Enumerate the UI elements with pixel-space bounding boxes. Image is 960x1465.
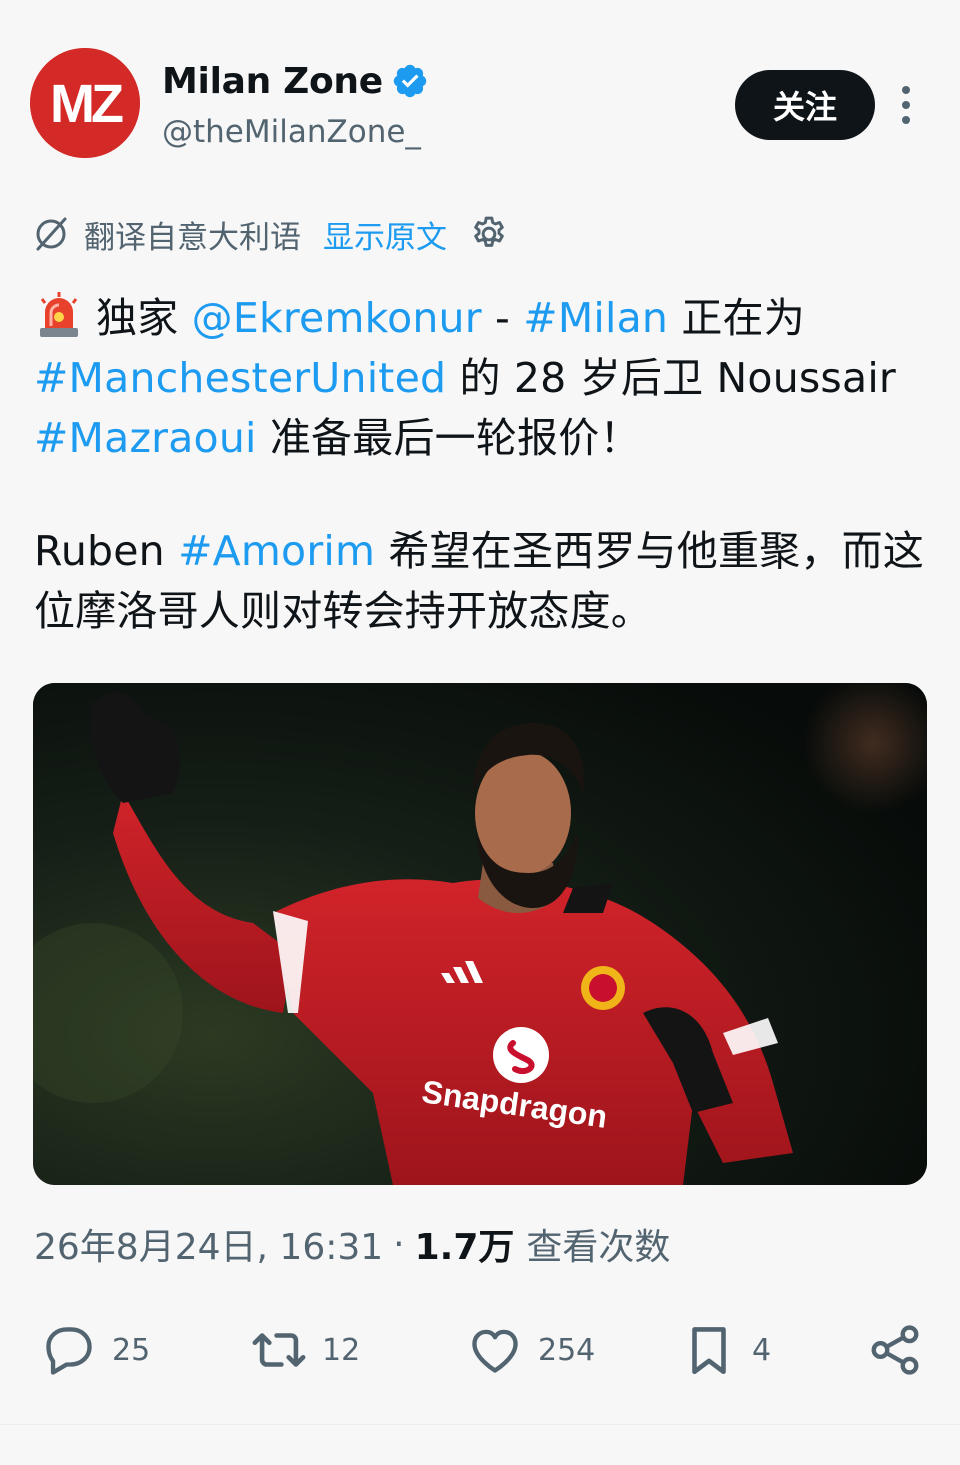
action-bar: 25 12 254 4 — [0, 1310, 960, 1390]
tweet-paragraph-2: Ruben #Amorim 希望在圣西罗与他重聚，而这位摩洛哥人则对转会持开放态… — [34, 521, 934, 641]
mention-link[interactable]: @Ekremkonur — [192, 294, 482, 342]
show-original-link[interactable]: 显示原文 — [323, 212, 447, 257]
follow-button[interactable]: 关注 — [735, 70, 875, 140]
share-button[interactable] — [866, 1310, 924, 1390]
author-handle[interactable]: @theMilanZone_ — [162, 114, 421, 150]
bottom-divider — [0, 1424, 960, 1465]
retweet-button[interactable]: 12 — [250, 1310, 360, 1390]
views-label: 查看次数 — [526, 1227, 671, 1268]
reply-button[interactable]: 25 — [40, 1310, 150, 1390]
author-name-row: Milan Zone — [162, 58, 429, 104]
tweet-text-segment: 独家 — [96, 294, 192, 342]
bookmark-button[interactable]: 4 — [680, 1310, 771, 1390]
police-light-icon — [40, 292, 78, 337]
tweet-text: 独家 @Ekremkonur - #Milan 正在为 #ManchesterU… — [34, 288, 934, 641]
avatar[interactable]: MZ — [30, 48, 140, 158]
tweet-text-segment: 正在为 — [668, 294, 805, 342]
views-count: 1.7万 — [414, 1227, 515, 1268]
retweet-count: 12 — [322, 1332, 361, 1368]
like-button[interactable]: 254 — [466, 1310, 595, 1390]
tweet-text-segment: 准备最后一轮报价！ — [256, 414, 641, 462]
heart-icon — [472, 1329, 518, 1373]
gear-icon[interactable] — [469, 214, 509, 254]
verified-badge-icon — [393, 64, 427, 98]
reply-count: 25 — [112, 1332, 151, 1368]
tweet-text-segment: - — [481, 294, 524, 342]
more-options-icon[interactable] — [890, 82, 922, 128]
tweet-header: MZ Milan Zone @theMilanZone_ 关注 — [0, 0, 960, 190]
like-count: 254 — [538, 1332, 596, 1368]
tweet-media-photo[interactable]: Snapdragon — [33, 683, 927, 1185]
hashtag-link[interactable]: #Milan — [523, 294, 668, 342]
retweet-icon — [252, 1333, 306, 1367]
hashtag-link[interactable]: #Mazraoui — [34, 414, 257, 462]
tweet-text-segment: 的 28 岁后卫 Noussair — [446, 354, 896, 402]
translation-label: 翻译自意大利语 — [84, 219, 301, 256]
player-photo: Snapdragon — [33, 683, 927, 1185]
hashtag-link[interactable]: #Amorim — [178, 527, 375, 575]
avatar-letters: MZ — [50, 74, 123, 134]
tweet-meta: 26年8月24日, 16:31 · 1.7万 查看次数 — [34, 1218, 670, 1270]
tweet-timestamp[interactable]: 26年8月24日, 16:31 — [34, 1218, 383, 1270]
translate-icon — [36, 217, 67, 251]
separator-dot: · — [393, 1223, 405, 1265]
share-icon — [871, 1325, 919, 1375]
translation-bar: 翻译自意大利语 显示原文 — [32, 210, 509, 258]
author-name[interactable]: Milan Zone — [162, 61, 383, 102]
reply-icon — [46, 1327, 92, 1375]
bookmark-icon — [692, 1327, 726, 1375]
bookmark-count: 4 — [752, 1332, 772, 1368]
tweet-paragraph-1: 独家 @Ekremkonur - #Milan 正在为 #ManchesterU… — [34, 288, 934, 468]
hashtag-link[interactable]: #ManchesterUnited — [34, 354, 446, 402]
tweet-text-segment: Ruben — [34, 527, 179, 575]
